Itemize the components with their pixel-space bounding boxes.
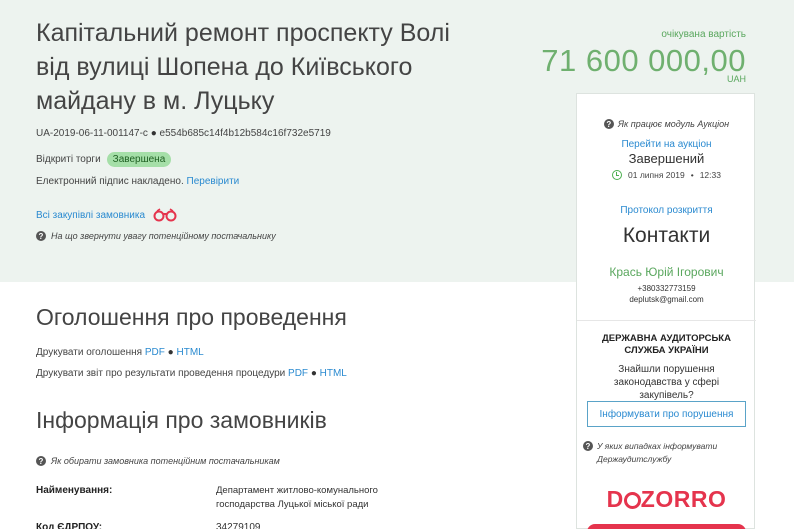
tender-hash: e554b685c14f4b12b584c16f732e5719 <box>159 128 331 139</box>
go-to-auction-link[interactable]: Перейти на аукціон <box>577 139 756 150</box>
print-announcement-pdf-link[interactable]: PDF <box>145 347 165 358</box>
dozorro-review-button[interactable] <box>587 524 746 529</box>
binoculars-icon[interactable] <box>153 208 177 222</box>
print-report-row: Друкувати звіт про результати проведення… <box>36 368 347 379</box>
auction-status: Завершений <box>628 151 705 166</box>
procedure-status-line: Відкриті торги Завершена <box>36 152 172 167</box>
customer-name-label: Найменування: <box>36 485 113 496</box>
status-badge: Завершена <box>106 152 172 167</box>
contact-person: Крась Юрій Ігорович <box>609 265 724 279</box>
question-icon: ? <box>36 231 46 241</box>
clock-icon <box>612 170 623 180</box>
edrpou-label: Код ЄДРПОУ: <box>36 522 103 529</box>
customer-info-title: Інформація про замовників <box>36 407 327 433</box>
when-to-inform-hint[interactable]: ? У яких випадках інформувати Держаудитс… <box>583 440 750 466</box>
question-icon: ? <box>583 441 593 451</box>
print-announcement-row: Друкувати оголошення PDF ● HTML <box>36 347 204 358</box>
all-purchases-link[interactable]: Всі закупівлі замовника <box>36 210 145 221</box>
separator-dot: ● <box>310 368 317 379</box>
logo-o-shape <box>623 492 641 509</box>
separator-dot: ● <box>167 347 174 358</box>
separator-dot: • <box>690 170 694 180</box>
price-label: очікувана вартість <box>661 29 746 40</box>
side-card: ? Як працює модуль Аукціон Перейти на ау… <box>576 93 756 529</box>
question-icon: ? <box>603 119 614 129</box>
verify-signature-link[interactable]: Перевірити <box>187 176 240 187</box>
all-purchases-row[interactable]: Всі закупівлі замовника <box>36 208 177 222</box>
price-value: 71 600 000,00 <box>541 43 746 78</box>
customer-choice-hint[interactable]: ? Як обирати замовника потенційним поста… <box>36 456 280 466</box>
edrpou-value: 34279109 <box>216 522 261 529</box>
tender-title: Капітальний ремонт проспекту Волі від ву… <box>36 19 450 115</box>
report-violation-button[interactable]: Інформувати про порушення <box>587 401 746 427</box>
audit-question: Знайшли порушення законодавства у сфері … <box>613 364 720 401</box>
supplier-hint[interactable]: ? На що звернути увагу потенційному пост… <box>36 231 276 241</box>
when-to-inform-text[interactable]: У яких випадках інформувати Держаудитслу… <box>597 440 750 466</box>
customer-choice-hint-text[interactable]: Як обирати замовника потенційним постача… <box>51 456 280 466</box>
supplier-hint-text[interactable]: На що звернути увагу потенційному постач… <box>51 231 276 241</box>
auction-time: 12:33 <box>699 170 721 180</box>
protocol-link[interactable]: Протокол розкриття <box>577 205 756 216</box>
print-report-label: Друкувати звіт про результати проведення… <box>36 368 286 379</box>
auction-datetime: 01 липня 2019 • 12:33 <box>577 170 756 180</box>
tender-id-line: UA-2019-06-11-001147-c ● e554b685c14f4b1… <box>36 128 331 139</box>
auction-help[interactable]: ? Як працює модуль Аукціон <box>577 119 756 129</box>
audit-service-title: ДЕРЖАВНА АУДИТОРСЬКА СЛУЖБА УКРАЇНИ <box>602 333 731 356</box>
dozorro-logo[interactable]: D ZORRO <box>577 486 756 513</box>
question-icon: ? <box>36 456 46 466</box>
signature-line: Електронний підпис накладено. Перевірити <box>36 176 239 187</box>
announcement-title: Оголошення про проведення <box>36 304 347 330</box>
price-currency: UAH <box>726 74 746 84</box>
contact-email: deplutsk@gmail.com <box>629 295 704 304</box>
tender-id: UA-2019-06-11-001147-c <box>36 128 148 139</box>
logo-text-pre: D <box>606 486 624 512</box>
contacts-title: Контакти <box>622 224 711 247</box>
contact-phone: +380332773159 <box>637 284 696 293</box>
signature-text: Електронний підпис накладено. <box>36 176 184 187</box>
divider <box>577 320 756 321</box>
separator-dot: ● <box>150 128 157 139</box>
auction-date: 01 липня 2019 <box>628 170 685 180</box>
procedure-type: Відкриті торги <box>36 154 101 165</box>
auction-help-text[interactable]: Як працює модуль Аукціон <box>618 119 729 129</box>
print-report-pdf-link[interactable]: PDF <box>288 368 308 379</box>
print-announcement-html-link[interactable]: HTML <box>176 347 203 358</box>
customer-name-value: Департамент житлово-комунального господа… <box>216 485 378 510</box>
print-announcement-label: Друкувати оголошення <box>36 347 143 358</box>
logo-text-post: ZORRO <box>640 486 727 512</box>
print-report-html-link[interactable]: HTML <box>320 368 347 379</box>
